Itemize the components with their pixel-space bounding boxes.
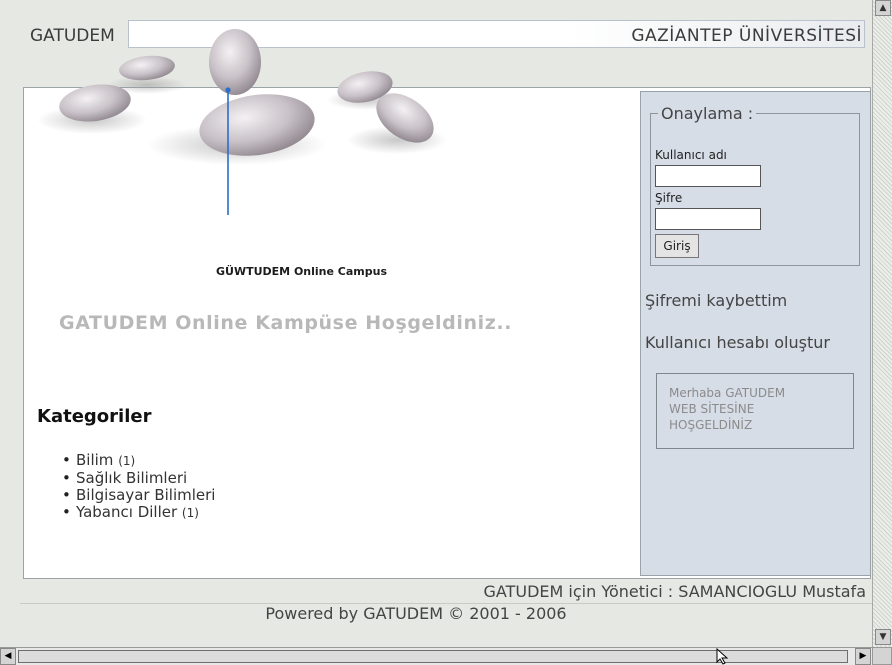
create-account-link[interactable]: Kullanıcı hesabı oluştur [645,333,830,352]
password-input[interactable] [655,208,761,230]
powered-by-line: Powered by GATUDEM © 2001 - 2006 [0,604,892,623]
greeting-line: WEB SİTESİNE [669,402,755,416]
category-count: (1) [118,454,136,468]
horizontal-scrollbar[interactable]: ◀ ▶ [0,647,872,665]
login-button[interactable]: Giriş [655,234,699,258]
username-input[interactable] [655,165,761,187]
welcome-heading: GATUDEM Online Kampüse Hoşgeldiniz.. [59,312,513,334]
scrollbar-corner [872,647,892,665]
category-item-saglik[interactable]: Sağlık Bilimleri [62,469,215,488]
mouse-pointer-icon [716,648,729,665]
hero-marker-dot [225,87,231,93]
scroll-left-icon[interactable]: ◀ [0,648,16,665]
category-count: (1) [181,506,199,520]
forgot-password-link[interactable]: Şifremi kaybettim [645,291,787,310]
vertical-scrollbar[interactable]: ▲ ▼ [872,0,892,647]
login-legend: Onaylama : [658,104,757,123]
categories-title: Kategoriler [37,406,152,427]
stone [209,29,261,95]
category-item-bilim[interactable]: Bilim (1) [62,452,215,470]
university-name: GAZİANTEP ÜNİVERSİTESİ [631,26,862,46]
scroll-down-icon[interactable]: ▼ [875,629,891,645]
category-item-yabanci-diller[interactable]: Yabancı Diller (1) [62,504,215,522]
scroll-up-icon[interactable]: ▲ [875,0,891,16]
username-label: Kullanıcı adı [655,148,727,162]
category-label[interactable]: Yabancı Diller [76,503,177,521]
scroll-right-icon[interactable]: ▶ [855,648,871,665]
powered-brand: GATUDEM [363,604,444,623]
category-item-bilgisayar[interactable]: Bilgisayar Bilimleri [62,486,215,505]
greeting-box: Merhaba GATUDEM WEB SİTESİNE HOŞGELDİNİZ [656,373,854,449]
greeting-line: HOŞGELDİNİZ [669,418,753,432]
stones-hero-image [37,29,447,215]
admin-credit: GATUDEM için Yönetici : SAMANCIOGLU Must… [483,582,866,601]
category-label[interactable]: Bilgisayar Bilimleri [76,486,215,504]
copyright-text: © 2001 - 2006 [448,604,567,623]
powered-prefix: Powered by [265,604,359,623]
greeting-line: Merhaba GATUDEM [669,386,786,400]
category-label[interactable]: Bilim [76,451,113,469]
category-label[interactable]: Sağlık Bilimleri [76,469,187,487]
password-label: Şifre [655,191,683,205]
categories-list: Bilim (1) Sağlık Bilimleri Bilgisayar Bi… [62,452,215,522]
hero-caption: GÜWTUDEM Online Campus [216,265,388,278]
